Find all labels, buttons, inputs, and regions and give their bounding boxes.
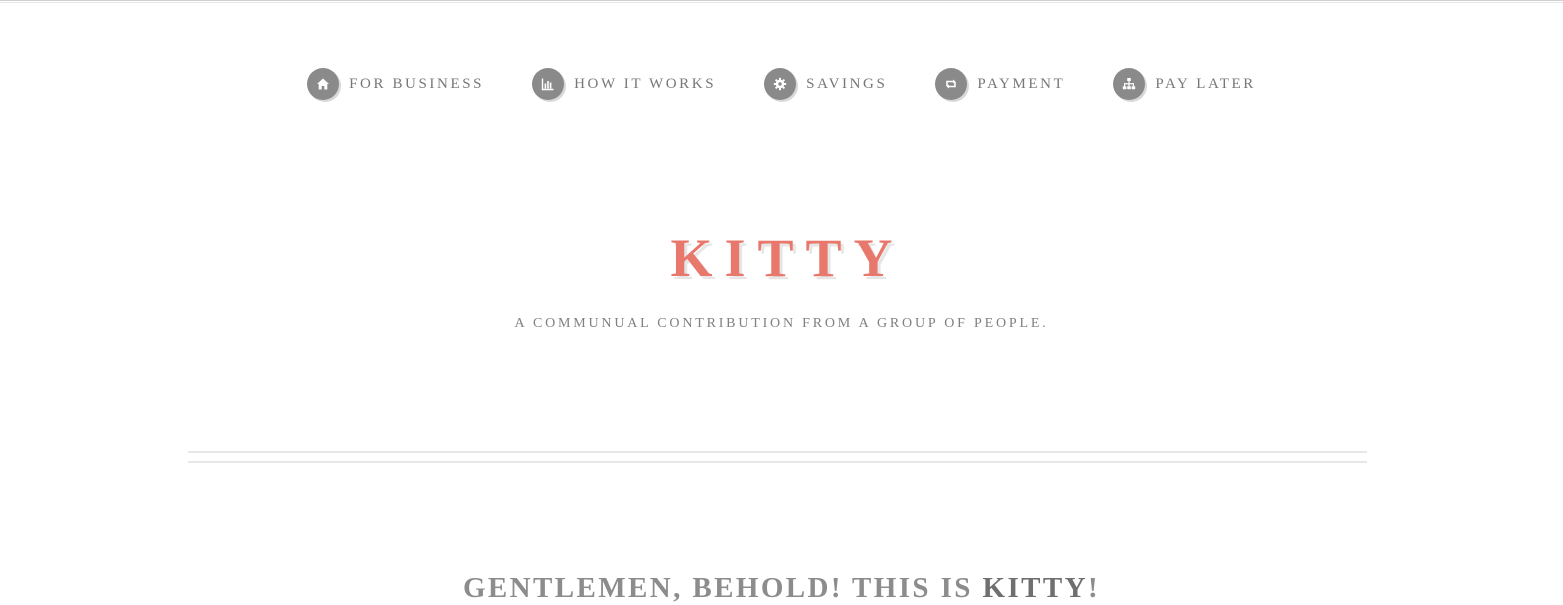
- nav-item-how-it-works[interactable]: HOW IT WORKS: [532, 68, 716, 100]
- nav-item-label: PAY LATER: [1155, 75, 1256, 92]
- site-tagline: A COMMUNUAL CONTRIBUTION FROM A GROUP OF…: [514, 316, 1049, 331]
- nav-item-savings[interactable]: SAVINGS: [764, 68, 887, 100]
- bar-chart-icon: [532, 68, 565, 100]
- headline-suffix: !: [1087, 572, 1101, 604]
- headline-prefix: GENTLEMEN, BEHOLD! THIS IS: [462, 572, 983, 604]
- gear-icon: [764, 68, 797, 100]
- divider-line: [188, 461, 1367, 463]
- retweet-icon: [935, 68, 968, 100]
- nav-item-payment[interactable]: PAYMENT: [935, 68, 1065, 100]
- section-headline: GENTLEMEN, BEHOLD! THIS IS KITTY!: [0, 572, 1563, 605]
- top-border: [0, 0, 1563, 3]
- main-nav: FOR BUSINESS HOW IT WORKS SAVINGS PAYMEN…: [0, 66, 1563, 102]
- nav-item-label: HOW IT WORKS: [574, 75, 717, 92]
- nav-item-label: FOR BUSINESS: [349, 75, 485, 92]
- divider-line: [188, 451, 1367, 453]
- sitemap-icon: [1113, 68, 1146, 100]
- home-icon: [307, 68, 340, 100]
- nav-item-for-business[interactable]: FOR BUSINESS: [307, 68, 484, 100]
- nav-item-label: PAYMENT: [977, 75, 1066, 92]
- nav-item-pay-later[interactable]: PAY LATER: [1113, 68, 1256, 100]
- site-title: KITTY: [670, 228, 905, 288]
- nav-item-label: SAVINGS: [806, 75, 888, 92]
- headline-emphasis: KITTY: [982, 572, 1088, 604]
